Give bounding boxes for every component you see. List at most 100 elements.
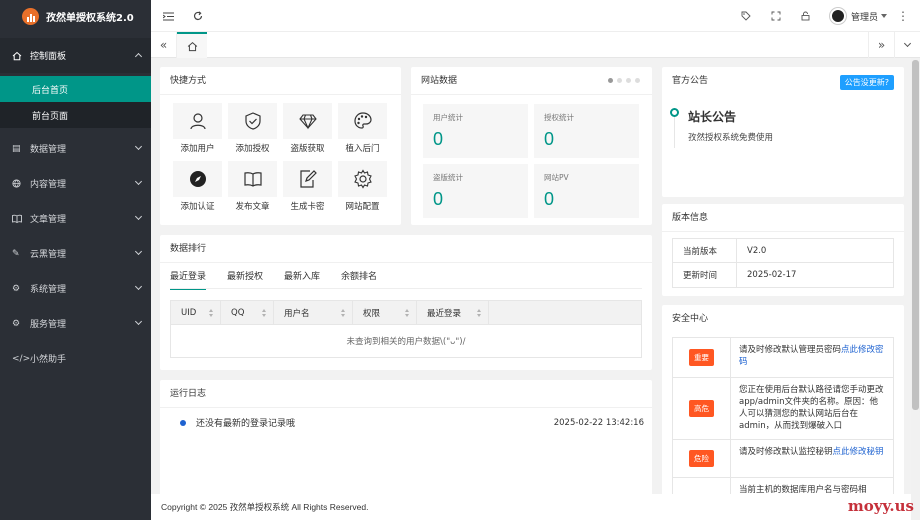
tabs-prev-icon[interactable]: « [151,32,177,58]
user-menu[interactable]: 管理员 [829,0,887,32]
tab-latest-license[interactable]: 最新授权 [227,269,263,290]
rank-title: 数据排行 [160,235,652,263]
globe-icon [12,166,21,201]
settings-icon: ⚙ [12,318,21,329]
version-title: 版本信息 [662,204,904,232]
tab-home[interactable] [177,32,207,58]
sidebar-item-label: 数据管理 [30,145,67,155]
sidebar-item-system[interactable]: ⚙ 系统管理 [0,271,151,306]
refresh-icon[interactable] [193,0,203,32]
chevron-down-icon [134,142,143,151]
change-key-link[interactable]: 点此修改秘钥 [833,447,884,457]
level-badge: 高危 [689,400,714,417]
level-badge: 危险 [689,450,714,467]
user-icon [189,113,206,130]
security-card: 安全中心 重要 请及时修改默认管理员密码点此修改密码 高危 您正在使用后台默认路… [662,305,904,520]
tab-bar: « » [151,32,920,58]
notice-update-button[interactable]: 公告没更新? [839,75,894,90]
quick-backdoor[interactable]: 植入后门 [338,103,387,155]
edit-document-icon [299,170,317,188]
stat-piracy: 盗版统计 0 [423,164,528,218]
sidebar-item-label: 控制面板 [30,52,67,62]
sidebar-item-blacklist[interactable]: ✎ 云黑管理 [0,236,151,271]
col-username[interactable]: 用户名 [274,301,353,325]
menu-toggle-icon[interactable] [163,0,174,32]
user-name: 管理员 [850,12,878,23]
stat-pv: 网站PV 0 [534,164,639,218]
quick-title: 快捷方式 [160,67,401,95]
sidebar-item-service[interactable]: ⚙ 服务管理 [0,306,151,341]
table-row: 更新时间 2025-02-17 [673,263,893,287]
sidebar-item-articles[interactable]: 文章管理 [0,201,151,236]
book-icon [12,201,22,236]
tab-recent-login[interactable]: 最近登录 [170,269,207,290]
table-row: 当前版本 V2.0 [673,239,893,263]
palette-icon [353,112,372,129]
footer: Copyright © 2025 孜然单授权系统 All Rights Rese… [151,494,911,520]
quick-add-user[interactable]: 添加用户 [173,103,222,155]
caret-down-icon [881,14,887,18]
version-card: 版本信息 当前版本 V2.0 更新时间 2025-02-17 [662,204,904,296]
chevron-down-icon [134,212,143,221]
tab-balance-rank[interactable]: 余额排名 [341,269,377,290]
shield-check-icon [244,112,261,130]
quick-add-auth[interactable]: 添加认证 [173,161,222,213]
stat-users: 用户统计 0 [423,104,528,158]
tabs-dropdown-icon[interactable] [894,32,920,58]
sidebar-sub-frontend[interactable]: 前台页面 [0,102,151,128]
lock-icon[interactable] [801,0,810,32]
carousel-indicator[interactable] [608,78,640,83]
avatar [829,8,846,24]
sidebar-item-label: 服务管理 [30,320,67,330]
col-uid[interactable]: UID [171,301,221,325]
site-data-card: 网站数据 用户统计 0 授权统计 0 盗版统计 0 网站PV 0 [411,67,652,225]
chevron-down-icon [134,177,143,186]
table-header: UID QQ 用户名 权限 最近登录 [171,301,641,325]
quick-generate-card[interactable]: 生成卡密 [283,161,332,213]
watermark: moyy.us [847,497,914,515]
main-content: 快捷方式 添加用户 添加授权 盗版获取 植入后门 添加认证 发布文章 生成卡密 … [151,58,911,520]
book-icon [243,172,262,187]
fullscreen-icon[interactable] [771,0,781,32]
scrollbar-thumb[interactable] [912,60,919,410]
compass-icon [189,171,206,187]
security-title: 安全中心 [672,314,709,324]
security-table: 重要 请及时修改默认管理员密码点此修改密码 高危 您正在使用后台默认路径请您手动… [672,337,894,518]
more-vertical-icon[interactable]: ⋮ [897,0,909,32]
sidebar-item-data[interactable]: ▤ 数据管理 [0,131,151,166]
scrollbar[interactable] [911,58,920,520]
logo[interactable]: 孜然单授权系统2.0 [0,0,151,33]
timeline-dot-icon [180,419,186,426]
top-header: 管理员 ⋮ [151,0,920,32]
gear-icon [353,169,372,189]
quick-add-license[interactable]: 添加授权 [228,103,277,155]
col-permission[interactable]: 权限 [353,301,417,325]
sidebar-item-dashboard[interactable]: 控制面板 [0,38,151,73]
sidebar-item-content[interactable]: 内容管理 [0,166,151,201]
tab-latest-stock[interactable]: 最新入库 [284,269,320,290]
log-time: 2025-02-22 13:42:16 [553,417,644,428]
quick-publish-article[interactable]: 发布文章 [228,161,277,213]
sidebar-sub-home[interactable]: 后台首页 [0,76,151,102]
version-table: 当前版本 V2.0 更新时间 2025-02-17 [672,238,894,288]
table-empty-text: 未查询到相关的用户数据\("ᴗ")/ [346,337,466,347]
tabs-next-icon[interactable]: » [868,32,894,58]
table-row: 重要 请及时修改默认管理员密码点此修改密码 [673,338,893,378]
chevron-down-icon [134,317,143,326]
col-last-login[interactable]: 最近登录 [417,301,489,325]
level-badge: 重要 [689,349,714,366]
pen-icon: ✎ [12,248,20,259]
rank-table: UID QQ 用户名 权限 最近登录 未查询到相关的用户数据\("ᴗ")/ [170,300,642,358]
quick-site-config[interactable]: 网站配置 [338,161,387,213]
sidebar-item-assistant[interactable]: </> 小然助手 [0,341,151,376]
col-qq[interactable]: QQ [221,301,274,325]
sidebar-item-label: 小然助手 [30,355,67,365]
log-title: 运行日志 [160,380,652,408]
quick-card: 快捷方式 添加用户 添加授权 盗版获取 植入后门 添加认证 发布文章 生成卡密 … [160,67,401,225]
logo-icon [22,8,39,25]
sidebar-item-label: 系统管理 [30,285,67,295]
timeline-dot-icon [670,108,679,117]
code-icon: </> [12,353,31,364]
tag-icon[interactable] [741,0,751,32]
quick-piracy[interactable]: 盗版获取 [283,103,332,155]
